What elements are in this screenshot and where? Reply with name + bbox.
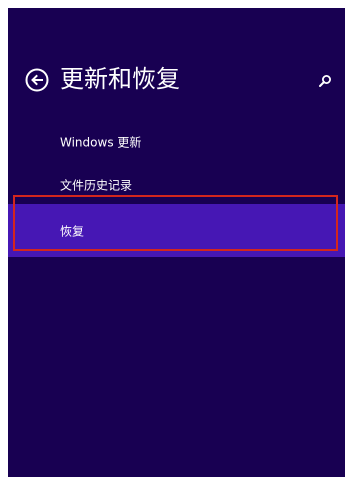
nav-item-recovery[interactable]: 恢复 <box>8 204 345 257</box>
nav-item-label: 文件历史记录 <box>60 178 133 193</box>
back-button[interactable] <box>25 68 49 92</box>
nav-item-label: 恢复 <box>60 224 85 238</box>
settings-window: 更新和恢复 Windows 更新 文件历史记录 恢复 <box>8 8 345 477</box>
nav-item-file-history[interactable]: 文件历史记录 <box>8 160 345 210</box>
search-icon <box>319 75 331 87</box>
page-title: 更新和恢复 <box>60 65 180 93</box>
search-button[interactable] <box>318 74 332 88</box>
back-arrow-circle-icon <box>25 68 49 92</box>
header: 更新和恢复 <box>8 58 345 98</box>
nav-item-label: Windows 更新 <box>60 135 142 150</box>
